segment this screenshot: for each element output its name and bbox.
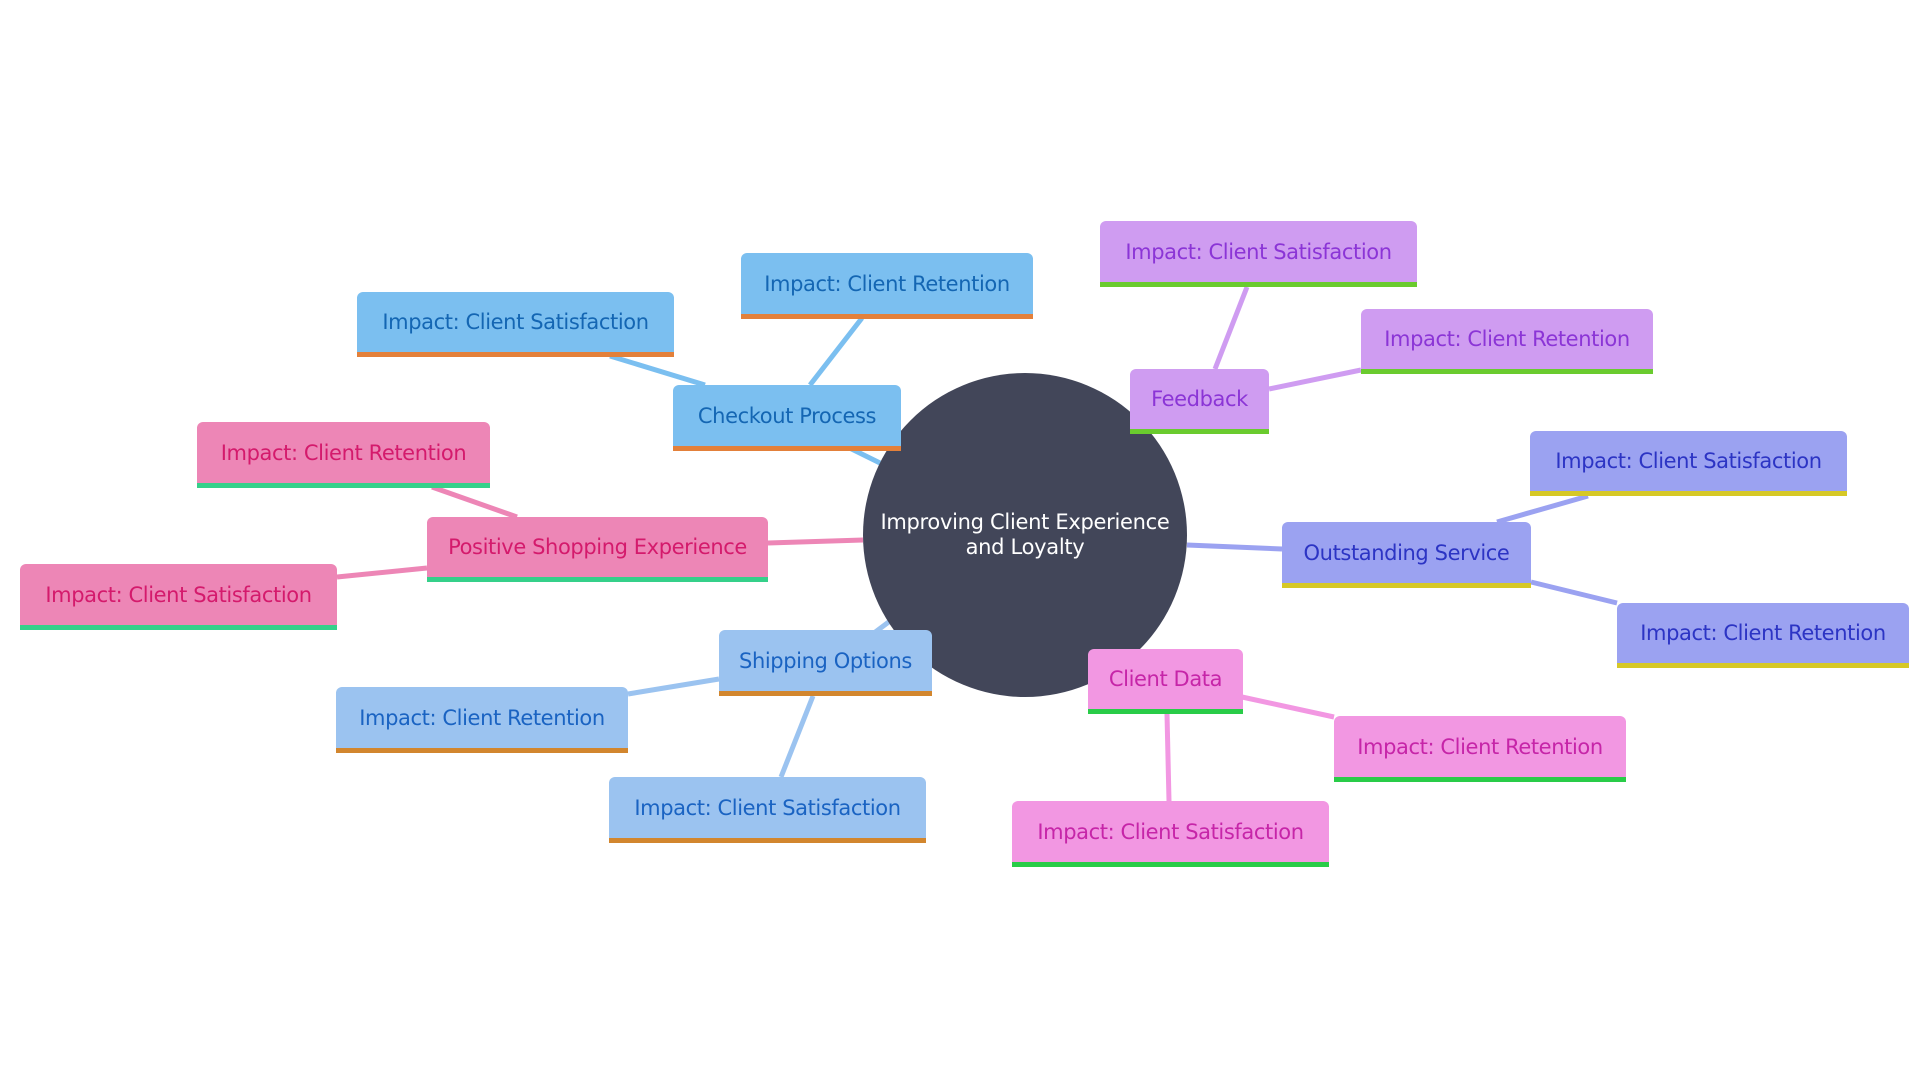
leaf-node-service-satisfaction[interactable]: Impact: Client Satisfaction — [1530, 431, 1847, 496]
leaf-node-shipping-satisfaction[interactable]: Impact: Client Satisfaction — [609, 777, 926, 843]
edge-checkout-satisfaction — [609, 353, 706, 388]
leaf-node-checkout-retention[interactable]: Impact: Client Retention — [741, 253, 1033, 319]
branch-node-shipping-options[interactable]: Shipping Options — [719, 630, 932, 696]
branch-node-outstanding-service[interactable]: Outstanding Service — [1282, 522, 1531, 588]
edge-checkout-retention — [808, 316, 864, 387]
root-label-line-2: and Loyalty — [965, 535, 1085, 559]
branch-node-checkout-process[interactable]: Checkout Process — [673, 385, 901, 451]
branch-node-client-data[interactable]: Client Data — [1088, 649, 1243, 714]
leaf-label: Impact: Client Retention — [220, 440, 467, 465]
branch-node-positive-shopping-experience[interactable]: Positive Shopping Experience — [427, 517, 768, 582]
leaf-label: Impact: Client Satisfaction — [1037, 819, 1304, 844]
leaf-label: Impact: Client Satisfaction — [634, 795, 901, 820]
branch-label: Shipping Options — [739, 648, 912, 673]
branch-label: Feedback — [1151, 387, 1248, 411]
edge-shopping-retention — [431, 484, 518, 520]
leaf-label: Impact: Client Retention — [764, 271, 1010, 296]
leaf-label: Impact: Client Satisfaction — [45, 582, 312, 607]
edge-clientdata-retention — [1241, 694, 1335, 720]
leaf-label: Impact: Client Retention — [1640, 621, 1886, 645]
leaf-node-checkout-satisfaction[interactable]: Impact: Client Satisfaction — [357, 292, 674, 357]
root-label-line-1: Improving Client Experience — [880, 510, 1170, 534]
leaf-node-shopping-satisfaction[interactable]: Impact: Client Satisfaction — [20, 564, 337, 630]
edge-shopping-satisfaction — [336, 565, 428, 580]
leaf-node-service-retention[interactable]: Impact: Client Retention — [1617, 603, 1909, 668]
leaf-node-shopping-retention[interactable]: Impact: Client Retention — [197, 422, 490, 488]
branch-label: Outstanding Service — [1303, 540, 1510, 565]
branch-label: Positive Shopping Experience — [448, 535, 747, 559]
leaf-label: Impact: Client Retention — [1384, 327, 1630, 351]
edge-service-retention — [1530, 579, 1618, 606]
branch-node-feedback[interactable]: Feedback — [1130, 369, 1269, 434]
leaf-label: Impact: Client Satisfaction — [1125, 239, 1392, 264]
leaf-label: Impact: Client Retention — [1357, 734, 1603, 759]
edge-clientdata-satisfaction — [1164, 713, 1172, 802]
edge-shipping-retention — [627, 676, 720, 697]
leaf-node-clientdata-retention[interactable]: Impact: Client Retention — [1334, 716, 1626, 782]
edge-service-satisfaction — [1496, 493, 1589, 525]
leaf-node-clientdata-satisfaction[interactable]: Impact: Client Satisfaction — [1012, 801, 1329, 867]
leaf-node-feedback-retention[interactable]: Impact: Client Retention — [1361, 309, 1653, 374]
edge-root-shopping — [767, 537, 864, 546]
branch-label: Client Data — [1108, 667, 1223, 691]
leaf-label: Impact: Client Satisfaction — [382, 310, 649, 334]
edge-shipping-satisfaction — [778, 695, 816, 778]
edge-feedback-retention — [1268, 367, 1362, 392]
leaf-label: Impact: Client Satisfaction — [1555, 449, 1822, 473]
leaf-node-shipping-retention[interactable]: Impact: Client Retention — [336, 687, 628, 753]
leaf-label: Impact: Client Retention — [359, 705, 605, 730]
edge-root-service — [1186, 542, 1283, 552]
leaf-node-feedback-satisfaction[interactable]: Impact: Client Satisfaction — [1100, 221, 1417, 287]
branch-label: Checkout Process — [697, 403, 877, 428]
edge-feedback-satisfaction — [1212, 286, 1250, 370]
